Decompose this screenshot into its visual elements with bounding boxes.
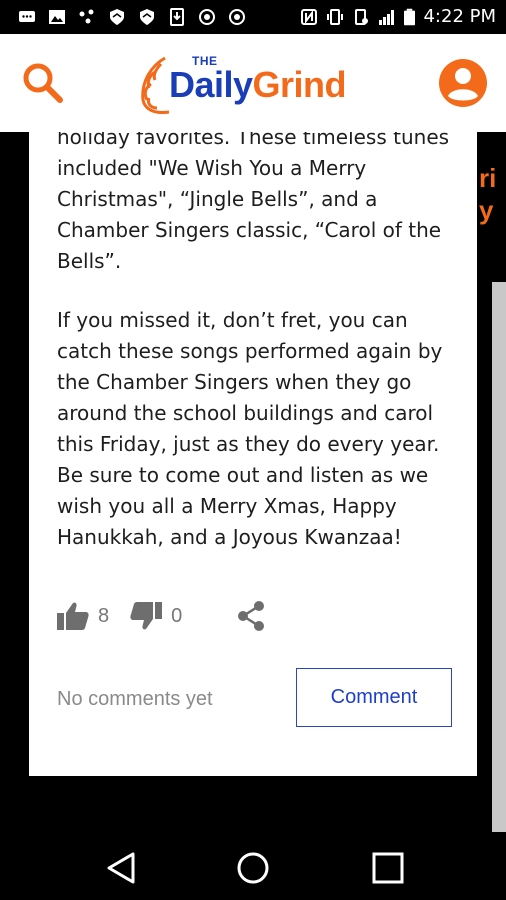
vpn-shield-icon — [140, 9, 154, 25]
user-icon — [439, 59, 487, 107]
battery-icon — [404, 8, 416, 25]
article-body: holiday favorites. These timeless tunes … — [57, 132, 457, 581]
recents-square-icon — [372, 852, 404, 884]
clock: 4:22 PM — [423, 6, 496, 27]
daily-grind-logo: THE DailyGrind — [135, 52, 380, 116]
no-comments-text: No comments yet — [57, 688, 213, 710]
reaction-bar: 8 0 — [56, 600, 266, 632]
recents-button[interactable] — [370, 850, 406, 886]
back-button[interactable] — [104, 850, 140, 886]
vibrate-icon — [327, 8, 344, 25]
article-paragraph: If you missed it, don’t fret, you can ca… — [57, 308, 443, 549]
system-status: 4:22 PM — [300, 6, 496, 27]
sync-icon — [229, 9, 245, 25]
profile-button[interactable] — [438, 58, 488, 108]
nfc-icon — [301, 8, 318, 25]
back-triangle-icon — [107, 852, 135, 884]
thumbs-up-icon — [57, 602, 89, 630]
dislike-button[interactable]: 0 — [129, 601, 182, 631]
comment-button[interactable]: Comment — [296, 668, 452, 727]
logo-wordmark: DailyGrind — [169, 64, 347, 106]
dislike-count: 0 — [171, 604, 183, 627]
vpn-shield-icon — [110, 9, 124, 25]
like-button[interactable]: 8 — [56, 601, 109, 631]
message-icon — [19, 11, 35, 22]
thumbs-down-icon — [130, 602, 163, 630]
share-icon — [238, 601, 265, 631]
battery-saver-icon — [355, 8, 369, 25]
app-header: THE DailyGrind — [0, 34, 506, 132]
peek-line-1: ri — [479, 163, 497, 193]
download-icon — [170, 8, 184, 26]
article-card: holiday favorites. These timeless tunes … — [29, 132, 477, 776]
scrollbar[interactable] — [492, 282, 506, 832]
system-nav-bar — [0, 832, 506, 900]
home-button[interactable] — [235, 850, 271, 886]
peek-line-2: y — [479, 195, 494, 225]
search-icon — [23, 63, 63, 103]
status-bar: 4:22 PM — [0, 0, 506, 34]
image-icon — [49, 10, 65, 24]
home-circle-icon — [237, 852, 269, 884]
comments-section: No comments yet Comment — [57, 668, 452, 730]
article-paragraph: holiday favorites. These timeless tunes … — [57, 132, 450, 273]
sync-icon — [199, 9, 215, 25]
tethering-icon — [79, 9, 94, 24]
search-button[interactable] — [20, 60, 66, 106]
like-count: 8 — [98, 604, 110, 627]
signal-icon — [379, 9, 395, 25]
share-button[interactable] — [236, 600, 266, 632]
notification-icons — [18, 8, 246, 26]
logo-daily: Daily — [169, 64, 253, 105]
next-card-title-peek: ri y — [479, 162, 496, 226]
logo-grind: Grind — [252, 64, 347, 105]
